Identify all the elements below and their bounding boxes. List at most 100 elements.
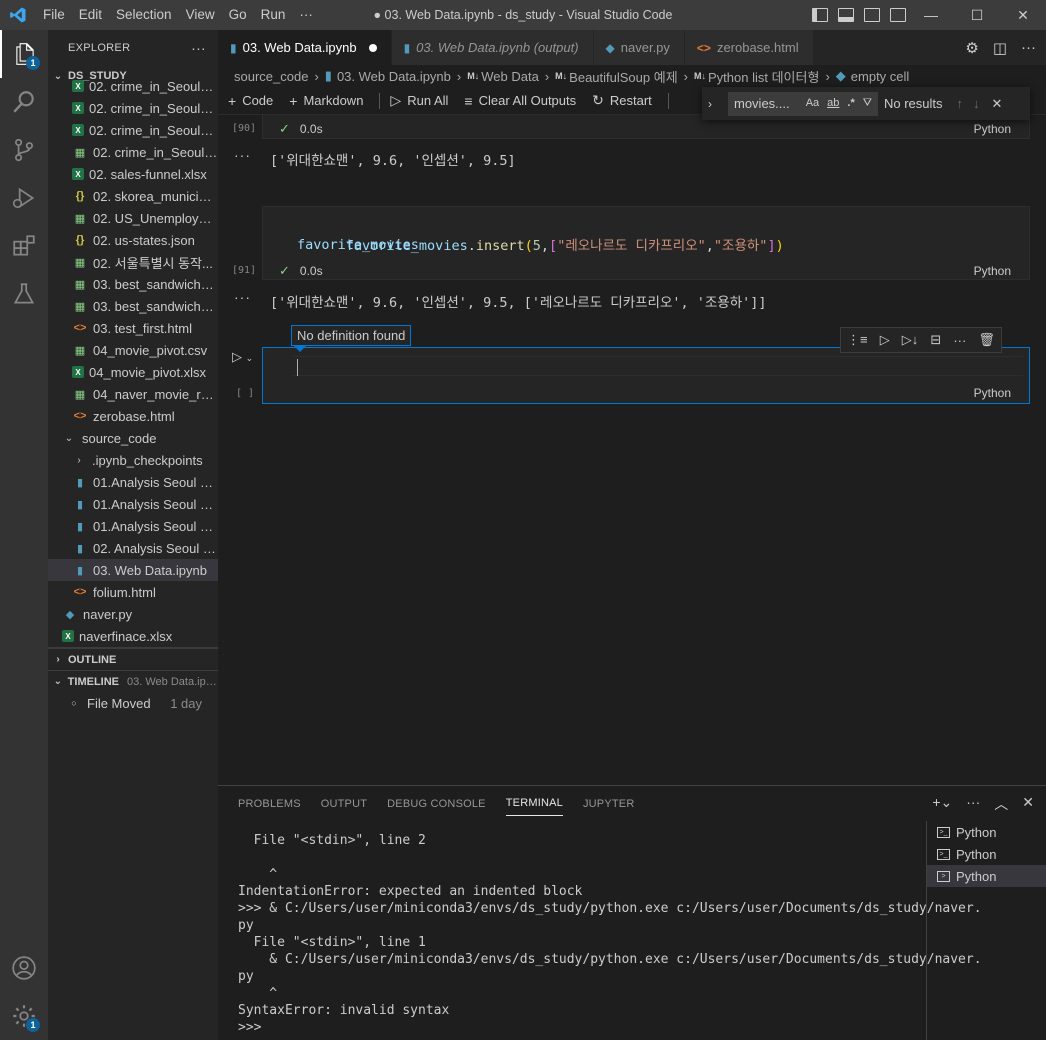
tab-web-data-output[interactable]: ▮ 03. Web Data.ipynb (output) [391,30,594,65]
file-item[interactable]: ▦ 03. best_sandwiches... [48,273,218,295]
breadcrumb-md-web-data[interactable]: Web Data [481,69,539,84]
new-terminal-icon[interactable]: +⌄ [932,794,952,814]
run-below-icon[interactable]: ▷ [880,332,890,348]
toggle-secondary-sidebar-icon[interactable] [864,8,880,22]
maximize-panel-icon[interactable]: ︿ [994,794,1008,814]
folder-item[interactable]: › .ipynb_checkpoints [48,449,218,471]
more-icon[interactable]: ··· [953,333,966,348]
breadcrumb-folder[interactable]: source_code [234,69,308,84]
breadcrumb-cell[interactable]: empty cell [851,69,910,84]
restart-button[interactable]: ↻ Restart [592,92,652,109]
file-item[interactable]: ▦ 02. US_Unemploym... [48,207,218,229]
explorer-more-button[interactable]: ··· [191,40,206,56]
menu-go[interactable]: Go [222,0,254,30]
extensions-activity[interactable] [0,222,48,270]
tab-problems[interactable]: PROBLEMS [238,786,301,821]
menu-more[interactable]: ··· [292,0,320,30]
manage-activity[interactable]: 1 [0,992,48,1040]
run-all-button[interactable]: ▷ Run All [390,92,448,109]
minimize-icon[interactable]: — [908,0,954,30]
file-item[interactable]: ▦ 04_naver_movie_raw... [48,383,218,405]
testing-activity[interactable] [0,270,48,318]
cell-language[interactable]: Python [974,122,1011,136]
add-markdown-button[interactable]: + Markdown [289,93,363,109]
tab-naver-py[interactable]: ◆ naver.py [593,30,685,65]
delete-cell-icon[interactable]: 🗑 [978,332,995,348]
breadcrumb-file[interactable]: 03. Web Data.ipynb [337,69,451,84]
code-cell-91[interactable]: favorite_movies.insert(5,["레오나르도 디카프리오",… [262,206,1030,280]
output-more-icon[interactable]: ··· [234,289,251,305]
file-item[interactable]: ▦ 04_movie_pivot.csv [48,339,218,361]
tab-zerobase-html[interactable]: <> zerobase.html [684,30,814,65]
tab-jupyter[interactable]: JUPYTER [583,786,635,821]
file-item[interactable]: ▮ 01.Analysis Seoul CC... [48,471,218,493]
previous-match-icon[interactable]: ↑ [957,96,964,111]
toggle-sidebar-icon[interactable] [812,8,828,22]
file-item[interactable]: ▮ 01.Analysis Seoul CC... [48,515,218,537]
file-item[interactable]: {} 02. us-states.json [48,229,218,251]
tab-terminal[interactable]: TERMINAL [505,792,563,816]
tab-output[interactable]: OUTPUT [321,786,367,821]
cell-language[interactable]: Python [974,264,1011,278]
terminal-output[interactable]: File "<stdin>", line 2 ^ IndentationError… [238,832,982,1036]
file-item[interactable]: X 04_movie_pivot.xlsx [48,361,218,383]
tab-debug-console[interactable]: DEBUG CONSOLE [387,786,486,821]
run-debug-activity[interactable] [0,174,48,222]
folder-item[interactable]: ⌄ source_code [48,427,218,449]
run-cell-button[interactable]: ▷ ⌄ [232,349,253,365]
menu-edit[interactable]: Edit [72,0,109,30]
filter-icon[interactable]: ⛛ [863,97,872,110]
terminal-item[interactable]: >_ Python [927,843,1046,865]
terminal-item[interactable]: > Python [927,865,1046,887]
file-item[interactable]: X 02. crime_in_Seoul_l... [48,97,218,119]
breadcrumb-md-python-list[interactable]: Python list 데이터형 [708,67,819,86]
empty-code-cell[interactable]: Python [262,347,1030,404]
next-match-icon[interactable]: ↓ [973,96,980,111]
add-code-button[interactable]: + Code [228,93,273,109]
timeline-entry[interactable]: ○ File Moved 1 day [48,692,218,714]
timeline-header[interactable]: ⌄ TIMELINE 03. Web Data.ipy... [48,670,218,692]
explorer-activity[interactable]: 1 [0,30,48,78]
regex-button[interactable]: .* [847,97,854,110]
file-item[interactable]: ◆ naver.py [48,603,218,625]
menu-selection[interactable]: Selection [109,0,179,30]
match-word-button[interactable]: ab [827,97,839,110]
file-item[interactable]: <> folium.html [48,581,218,603]
more-icon[interactable]: ··· [966,794,980,814]
clear-outputs-button[interactable]: ≡ Clear All Outputs [464,93,576,109]
run-above-icon[interactable]: ⋮≡ [847,332,868,348]
accounts-activity[interactable] [0,944,48,992]
source-control-activity[interactable] [0,126,48,174]
split-cell-icon[interactable]: ⊟ [930,332,941,348]
close-find-icon[interactable]: ✕ [992,96,1003,112]
file-item[interactable]: X 02. sales-funnel.xlsx [48,163,218,185]
toggle-panel-icon[interactable] [838,8,854,22]
find-input[interactable]: movies.... Aa ab .* ⛛ [728,91,878,116]
file-item[interactable]: ▮ 02. Analysis Seoul Cr... [48,537,218,559]
file-item[interactable]: ▦ 02. crime_in_Seoul.csv [48,141,218,163]
tab-web-data[interactable]: ▮ 03. Web Data.ipynb [218,30,392,65]
outline-header[interactable]: › OUTLINE [48,648,218,670]
match-case-button[interactable]: Aa [806,97,819,110]
file-item[interactable]: ▦ 03. best_sandwiches... [48,295,218,317]
cell-language[interactable]: Python [974,386,1011,400]
execute-below-icon[interactable]: ▷↓ [902,332,919,348]
chevron-down-icon[interactable]: ⌄ [246,353,254,363]
more-actions-icon[interactable]: ··· [1021,39,1036,56]
customize-layout-icon[interactable] [890,8,906,22]
menu-run[interactable]: Run [254,0,293,30]
maximize-icon[interactable]: ☐ [954,0,1000,30]
file-item[interactable]: X 02. crime_in_Seoul_r... [48,119,218,141]
gear-icon[interactable]: ⚙ [965,39,978,57]
close-window-icon[interactable]: ✕ [1000,0,1046,30]
code-editor-area[interactable] [293,356,1023,376]
terminal-item[interactable]: >_ Python [927,821,1046,843]
file-item[interactable]: Xnaverfinace.xlsx [48,625,218,647]
file-item[interactable]: ▦ 02. 서울특별시 동작... [48,251,218,273]
file-item[interactable]: <> 03. test_first.html [48,317,218,339]
file-item[interactable]: ▮ 01.Analysis Seoul CC... [48,493,218,515]
file-item[interactable]: {} 02. skorea_municipa... [48,185,218,207]
output-more-icon[interactable]: ··· [234,147,251,163]
unsaved-dot-icon[interactable] [368,43,377,52]
file-item[interactable]: <> zerobase.html [48,405,218,427]
